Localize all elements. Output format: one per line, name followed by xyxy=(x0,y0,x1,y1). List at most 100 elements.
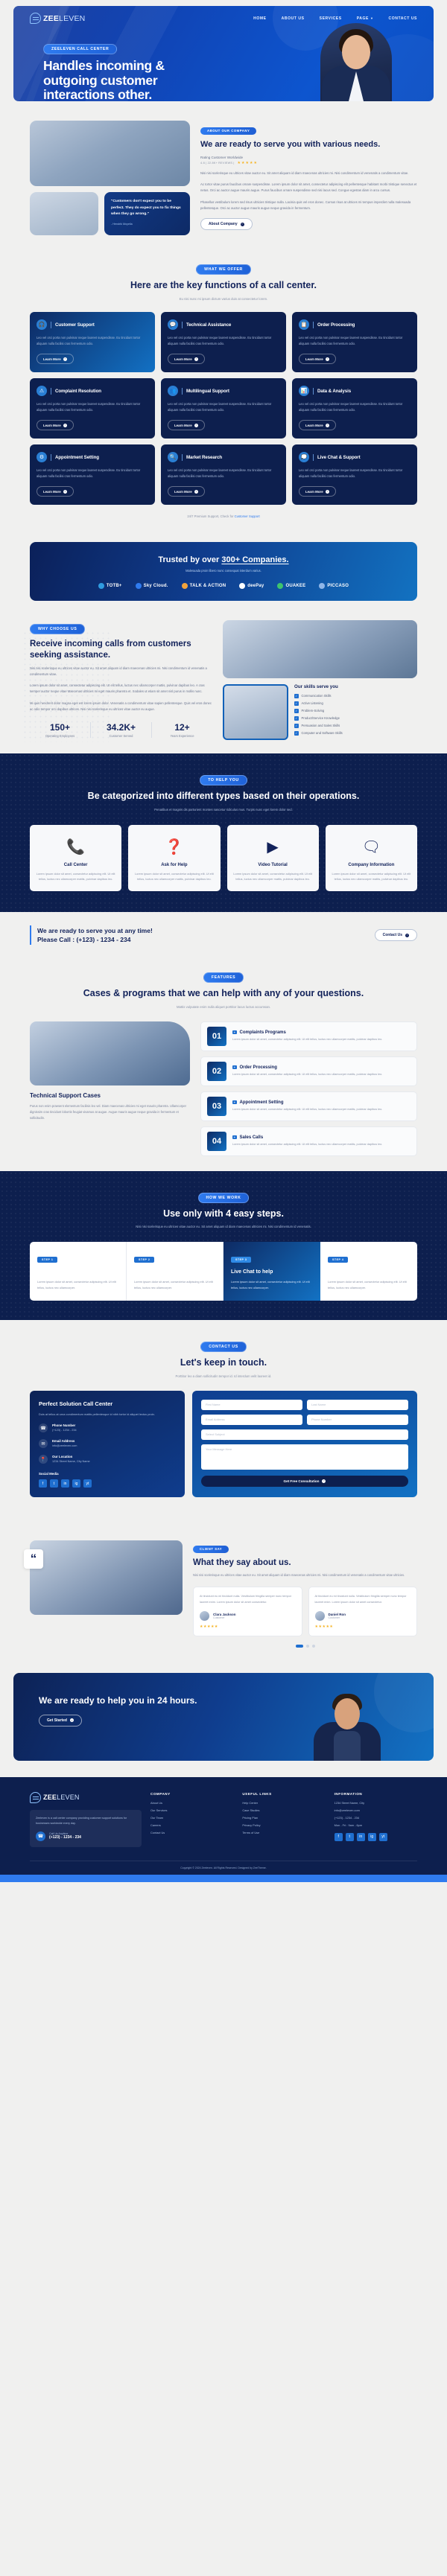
feature-row[interactable]: 02 + Order Processing Lorem ipsum dolor sit… xyxy=(200,1056,417,1086)
divider xyxy=(313,387,314,395)
feature-row-body: Lorem ipsum dolor sit amet, consectetur … xyxy=(232,1107,383,1111)
submit-button[interactable]: Get Free Consultation › xyxy=(201,1475,408,1487)
nav-link-services[interactable]: SERVICES xyxy=(320,16,342,21)
testimonial-photo xyxy=(30,1540,183,1616)
feature-row-number: 04 xyxy=(207,1131,226,1151)
footer-link[interactable]: Contact Us xyxy=(150,1831,233,1834)
learn-more-button[interactable]: Learn More › xyxy=(37,354,74,365)
about-media: "Customers don't expect you to be perfec… xyxy=(30,121,190,235)
footer-accent-bar xyxy=(0,1874,447,1882)
social-icon-ig[interactable]: ig xyxy=(367,1832,376,1841)
learn-more-button[interactable]: Learn More › xyxy=(168,486,205,497)
nav-link-home[interactable]: HOME xyxy=(253,16,266,21)
footer-link[interactable]: 1234 Street Name, City xyxy=(335,1801,417,1805)
step-title: Live Chat to help xyxy=(231,1269,273,1275)
footer-link[interactable]: info@zeeleven.com xyxy=(335,1808,417,1812)
cta-contact-button[interactable]: Contact Us › xyxy=(374,929,417,942)
footer-link[interactable]: (+123) - 1234 - 234 xyxy=(335,1816,417,1820)
footer-link[interactable]: Our Services xyxy=(150,1808,233,1812)
services-note: 24/7 Premium Support, Check for Customer… xyxy=(30,514,417,518)
last-name-input[interactable]: Last Name xyxy=(307,1399,408,1410)
social-icon-f[interactable]: f xyxy=(334,1832,343,1841)
alert-icon: ⚠ xyxy=(37,386,47,397)
nav-link-about[interactable]: ABOUT US xyxy=(282,16,305,21)
email-input[interactable]: Email Address xyxy=(201,1414,302,1425)
footer-logo-text: ZEELEVEN xyxy=(43,1794,80,1802)
feature-row[interactable]: 03 + Appointment Setting Lorem ipsum dolor … xyxy=(200,1091,417,1121)
contact-item-title: Our Location xyxy=(52,1455,73,1459)
feature-row[interactable]: 04 + Sales Calls Lorem ipsum dolor sit amet… xyxy=(200,1126,417,1156)
social-icon-f[interactable]: f xyxy=(39,1479,47,1488)
nav-link-page[interactable]: PAGE ▼ xyxy=(357,16,374,21)
brand-name: Sky Cloud. xyxy=(143,584,168,589)
phone-input[interactable]: Phone Number xyxy=(307,1414,408,1425)
ready-get-started-button[interactable]: Get Started › xyxy=(39,1714,82,1727)
pager-dot[interactable] xyxy=(305,1644,309,1648)
footer-phone[interactable]: ☎ Call Us Anytime (+123) - 1234 - 234 xyxy=(36,1831,136,1841)
footer-logo[interactable]: ZEELEVEN xyxy=(30,1791,142,1803)
first-name-input[interactable]: First Name xyxy=(201,1399,302,1410)
plus-icon: + xyxy=(232,1135,237,1140)
help-card[interactable]: 🗨 Company Information Lorem ipsum dolor si… xyxy=(325,824,417,892)
footer-link[interactable]: Help Center xyxy=(242,1801,325,1805)
social-icon-yt[interactable]: yt xyxy=(378,1832,387,1841)
footer-link[interactable]: Mon - Fri : 9am - 6pm xyxy=(335,1823,417,1827)
footer-link[interactable]: Our Team xyxy=(150,1816,233,1820)
learn-more-label: Learn More xyxy=(43,423,61,427)
footer-column-2: USEFUL LINKS Help Center Case Studies Prici… xyxy=(242,1792,325,1847)
trusted-title: Trusted by over 300+ Companies. xyxy=(158,555,289,565)
message-textarea[interactable]: Your Message Here xyxy=(201,1444,408,1470)
service-card-title: Customer Support xyxy=(55,322,95,328)
divider xyxy=(182,453,183,461)
site-logo[interactable]: ZEELEVEN xyxy=(30,13,85,24)
feature-row-title: + Order Processing xyxy=(232,1065,382,1070)
service-card-title: Live Chat & Support xyxy=(317,454,361,460)
footer-link[interactable]: Terms of Use xyxy=(242,1831,325,1834)
social-icon-in[interactable]: in xyxy=(356,1832,365,1841)
social-icon-ig[interactable]: ig xyxy=(72,1479,80,1488)
social-icon-t[interactable]: t xyxy=(345,1832,354,1841)
help-card[interactable]: ▶ Video Tutorial Lorem ipsum dolor sit ame… xyxy=(226,824,319,892)
cta-contact-button-label: Contact Us xyxy=(382,933,402,938)
learn-more-button[interactable]: Learn More › xyxy=(299,354,336,365)
social-icon-yt[interactable]: yt xyxy=(83,1479,92,1488)
learn-more-button[interactable]: Learn More › xyxy=(299,420,336,431)
learn-more-button[interactable]: Learn More › xyxy=(299,486,336,497)
help-card[interactable]: ❓ Ask for Help Lorem ipsum dolor sit amet,… xyxy=(128,824,221,892)
pager-dot[interactable] xyxy=(311,1644,315,1648)
footer-link[interactable]: About Us xyxy=(150,1801,233,1805)
search-chart-icon: 🔍 xyxy=(168,452,178,463)
learn-more-button[interactable]: Learn More › xyxy=(37,420,74,431)
chart-icon: 📊 xyxy=(299,386,309,397)
step-title: Request a callback xyxy=(134,1269,182,1275)
services-note-link[interactable]: Customer Support xyxy=(235,514,260,518)
about-rating-value: 4.8 | 22.8K+ REVIEWS | xyxy=(200,161,235,165)
divider xyxy=(313,321,314,328)
brand-name: PICCASO xyxy=(327,584,349,589)
social-icon-in[interactable]: in xyxy=(61,1479,69,1488)
footer-link[interactable]: Careers xyxy=(150,1823,233,1827)
steps-badge: HOW WE WORK xyxy=(197,1192,250,1203)
service-card-title: Appointment Setting xyxy=(55,454,99,460)
footer-link[interactable]: Case Studies xyxy=(242,1808,325,1812)
nav-link-contact[interactable]: CONTACT US xyxy=(388,16,417,21)
service-card-title: Data & Analysis xyxy=(317,388,352,394)
testimonials-title: What they say about us. xyxy=(193,1558,291,1568)
footer-link[interactable]: Privacy Policy xyxy=(242,1823,325,1827)
social-icon-t[interactable]: t xyxy=(50,1479,58,1488)
features-row-list: 01 + Complaints Programs Lorem ipsum dolor … xyxy=(200,1021,417,1156)
subject-select[interactable]: Select Subject xyxy=(201,1429,408,1440)
learn-more-button[interactable]: Learn More › xyxy=(37,486,74,497)
steps-card-grid: STEP 1 Website / Contact Lorem ipsum dolor… xyxy=(30,1242,417,1301)
chat-bubble-logo-icon xyxy=(30,13,41,24)
learn-more-button[interactable]: Learn More › xyxy=(168,354,205,365)
pager-dot-active[interactable] xyxy=(295,1644,303,1648)
divider xyxy=(182,387,183,395)
footer-link[interactable]: Pricing Plan xyxy=(242,1816,325,1820)
about-company-button[interactable]: About Company › xyxy=(200,218,253,231)
cta-bar-heading: We are ready to serve you at any time! P… xyxy=(37,926,153,945)
testimonial-media: “ xyxy=(24,1540,183,1616)
learn-more-button[interactable]: Learn More › xyxy=(168,420,205,431)
help-card[interactable]: 📞 Call Center Lorem ipsum dolor sit amet, … xyxy=(30,824,122,892)
feature-row[interactable]: 01 + Complaints Programs Lorem ipsum dolor … xyxy=(200,1021,417,1051)
